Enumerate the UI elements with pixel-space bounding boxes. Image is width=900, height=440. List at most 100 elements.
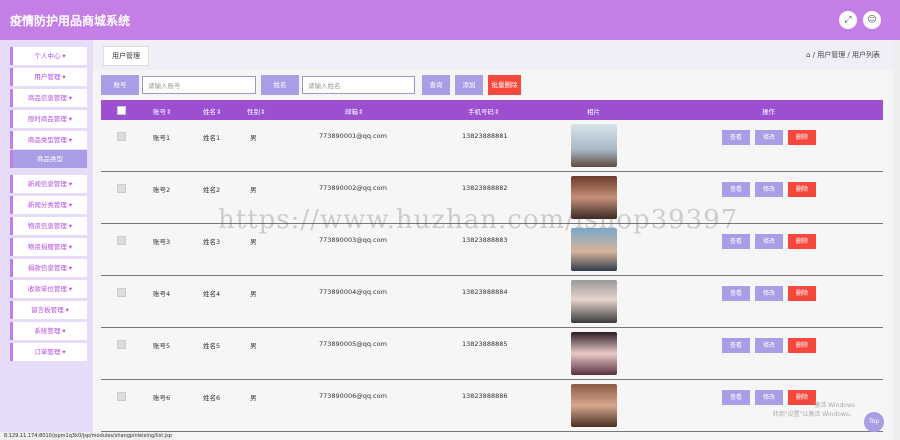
cell-gender: 男 <box>250 342 257 350</box>
table-header: 账号⇕ 姓名⇕ 性别⇕ 邮箱⇕ 手机号码⇕ 相片 操作 <box>101 100 883 120</box>
col-actions: 操作 <box>762 108 775 116</box>
select-all-checkbox[interactable] <box>117 106 126 115</box>
account-search-input[interactable]: 请输入账号 <box>142 76 256 94</box>
cell-gender: 男 <box>250 238 257 246</box>
row-checkbox[interactable] <box>117 288 126 297</box>
cell-account: 账号3 <box>153 238 171 246</box>
row-checkbox[interactable] <box>117 392 126 401</box>
view-button[interactable]: 查看 <box>722 286 750 301</box>
windows-activation-title: 激活 Windows <box>814 402 855 409</box>
cell-gender: 男 <box>250 394 257 402</box>
user-photo <box>571 332 617 375</box>
cell-account: 账号5 <box>153 342 171 350</box>
cell-account: 账号1 <box>153 134 171 142</box>
name-label: 姓名 <box>261 75 299 95</box>
col-email[interactable]: 邮箱⇕ <box>345 106 363 116</box>
sidebar-item-money-donations[interactable]: 捐款信息管理 ▾ <box>10 259 87 277</box>
sidebar-item-product-types[interactable]: 商品类型管理 ▾ <box>10 131 87 149</box>
delete-button[interactable]: 删除 <box>788 338 816 353</box>
col-name[interactable]: 姓名⇕ <box>203 106 221 116</box>
cell-account: 账号2 <box>153 186 171 194</box>
cell-email: 773890001@qq.com <box>319 132 387 140</box>
sidebar-item-donations[interactable]: 物资捐赠管理 ▾ <box>10 238 87 256</box>
cell-phone: 13823888883 <box>462 236 508 244</box>
batch-delete-button[interactable]: 批量删除 <box>488 75 521 95</box>
row-checkbox[interactable] <box>117 132 126 141</box>
delete-button[interactable]: 删除 <box>788 286 816 301</box>
name-search-input[interactable]: 请输入姓名 <box>302 76 415 94</box>
app-title: 疫情防护用品商城系统 <box>10 14 131 28</box>
sidebar-item-payees[interactable]: 收款单位管理 ▾ <box>10 280 87 298</box>
col-phone[interactable]: 手机号码⇕ <box>468 106 499 116</box>
user-icon[interactable]: ☺ <box>863 11 881 29</box>
cell-account: 账号4 <box>153 290 171 298</box>
view-button[interactable]: 查看 <box>722 234 750 249</box>
row-checkbox[interactable] <box>117 236 126 245</box>
cell-name: 姓名1 <box>203 134 221 142</box>
cell-email: 773890005@qq.com <box>319 340 387 348</box>
table-row: 账号5 姓名5 男 773890005@qq.com 13823888885 查… <box>101 328 883 380</box>
user-photo <box>571 384 617 427</box>
edit-button[interactable]: 修改 <box>755 286 783 301</box>
edit-button[interactable]: 修改 <box>755 234 783 249</box>
table-row: 账号6 姓名6 男 773890006@qq.com 13823888886 查… <box>101 380 883 432</box>
add-button[interactable]: 添加 <box>455 75 483 95</box>
row-checkbox[interactable] <box>117 184 126 193</box>
windows-activation-notice: 激活 Windows 转到"设置"以激活 Windows。 <box>773 400 855 418</box>
sidebar-item-news-category[interactable]: 新闻分类管理 ▾ <box>10 196 87 214</box>
watermark-text: https://www.huzhan.com/ishop39397 <box>218 205 739 235</box>
sidebar: 个人中心 ▾ 用户管理 ▾ 商品信息管理 ▾ 限时商品管理 ▾ 商品类型管理 ▾… <box>0 40 93 440</box>
view-button[interactable]: 查看 <box>722 182 750 197</box>
delete-button[interactable]: 删除 <box>788 182 816 197</box>
cell-account: 账号6 <box>153 394 171 402</box>
tab-user-management[interactable]: 用户管理 <box>103 46 149 66</box>
view-button[interactable]: 查看 <box>722 390 750 405</box>
sidebar-item-users[interactable]: 用户管理 ▾ <box>10 68 87 86</box>
cell-email: 773890002@qq.com <box>319 184 387 192</box>
cell-gender: 男 <box>250 186 257 194</box>
sidebar-item-supplies[interactable]: 物资信息管理 ▾ <box>10 217 87 235</box>
sidebar-subitem-product-types[interactable]: 商品类型 <box>10 150 87 168</box>
delete-button[interactable]: 删除 <box>788 234 816 249</box>
cell-phone: 13823888885 <box>462 340 508 348</box>
query-button[interactable]: 查询 <box>422 75 450 95</box>
breadcrumb: ⌂ / 用户管理 / 用户列表 <box>805 51 880 59</box>
cell-name: 姓名5 <box>203 342 221 350</box>
edit-button[interactable]: 修改 <box>755 338 783 353</box>
cell-name: 姓名6 <box>203 394 221 402</box>
user-photo <box>571 280 617 323</box>
cell-email: 773890006@qq.com <box>319 392 387 400</box>
cell-name: 姓名4 <box>203 290 221 298</box>
back-to-top-button[interactable]: Top <box>864 412 884 432</box>
table-row: 账号4 姓名4 男 773890004@qq.com 13823888884 查… <box>101 276 883 328</box>
top-bar: 疫情防护用品商城系统 ⤢ ☺ <box>0 0 900 40</box>
sidebar-item-messages[interactable]: 留言板管理 ▾ <box>10 301 87 319</box>
sidebar-item-products[interactable]: 商品信息管理 ▾ <box>10 89 87 107</box>
status-url: 8.129.11.174:8010/jspm1q3k0/jsp/modules/… <box>0 432 176 440</box>
cell-phone: 13823888886 <box>462 392 508 400</box>
view-button[interactable]: 查看 <box>722 338 750 353</box>
cell-email: 773890004@qq.com <box>319 288 387 296</box>
cell-gender: 男 <box>250 290 257 298</box>
delete-button[interactable]: 删除 <box>788 130 816 145</box>
col-account[interactable]: 账号⇕ <box>153 106 171 116</box>
view-button[interactable]: 查看 <box>722 130 750 145</box>
cell-phone: 13823888884 <box>462 288 508 296</box>
table-row: 账号1 姓名1 男 773890001@qq.com 13823888881 查… <box>101 120 883 172</box>
sidebar-item-news[interactable]: 新闻信息管理 ▾ <box>10 175 87 193</box>
cell-gender: 男 <box>250 134 257 142</box>
cell-phone: 13823888882 <box>462 184 508 192</box>
sidebar-item-flash-sale[interactable]: 限时商品管理 ▾ <box>10 110 87 128</box>
account-label: 账号 <box>101 75 139 95</box>
vertical-scrollbar[interactable] <box>893 40 900 440</box>
breadcrumb-bar: 用户管理 ⌂ / 用户管理 / 用户列表 <box>93 40 900 70</box>
row-checkbox[interactable] <box>117 340 126 349</box>
edit-button[interactable]: 修改 <box>755 182 783 197</box>
col-gender[interactable]: 性别⇕ <box>247 106 265 116</box>
expand-icon[interactable]: ⤢ <box>839 11 857 29</box>
sidebar-item-profile[interactable]: 个人中心 ▾ <box>10 47 87 65</box>
sidebar-item-system[interactable]: 系统管理 ▾ <box>10 322 87 340</box>
user-photo <box>571 124 617 167</box>
sidebar-item-orders[interactable]: 订单管理 ▾ <box>10 343 87 361</box>
edit-button[interactable]: 修改 <box>755 130 783 145</box>
